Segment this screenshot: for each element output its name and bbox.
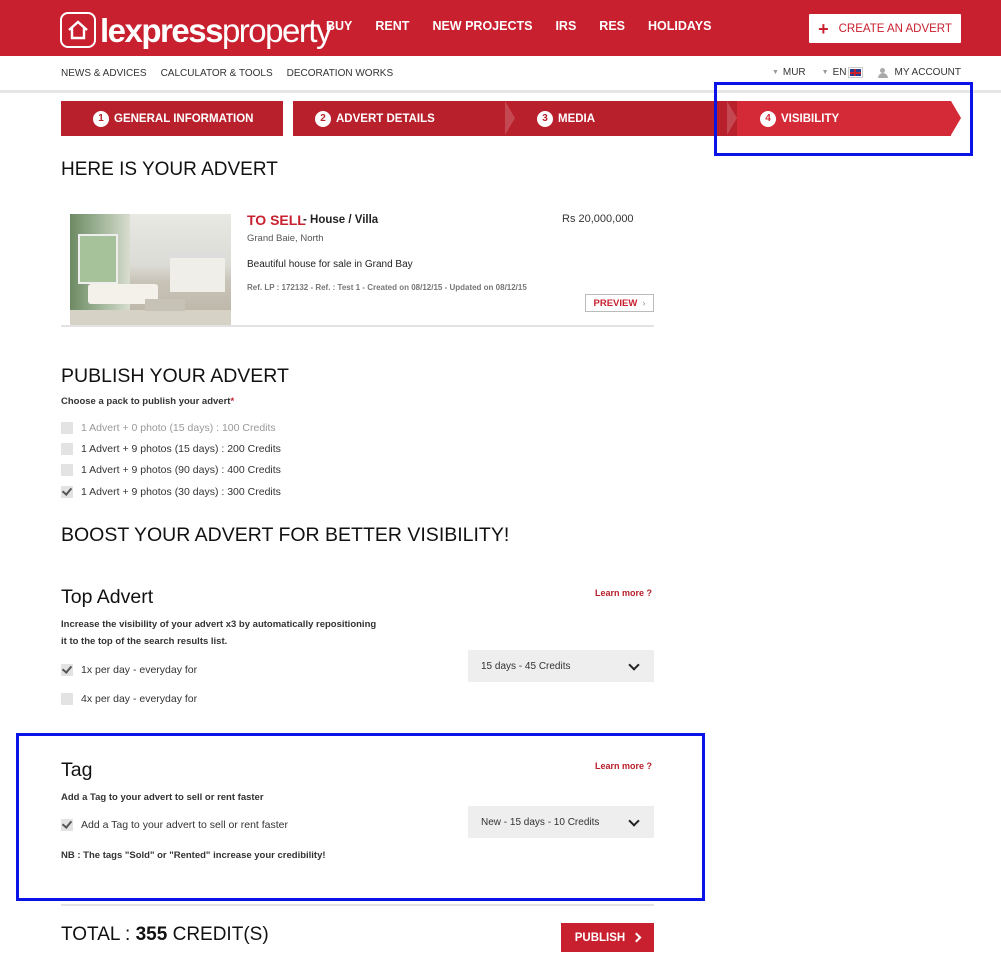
- tag-title: Tag: [61, 759, 93, 781]
- checkbox[interactable]: [61, 693, 73, 705]
- user-icon: [877, 67, 888, 78]
- nav-res[interactable]: RES: [599, 19, 625, 33]
- top-advert-option-4x[interactable]: 4x per day - everyday for: [61, 692, 197, 706]
- my-account-link[interactable]: MY ACCOUNT: [877, 67, 961, 78]
- caret-down-icon: ▼: [821, 69, 829, 76]
- publish-button[interactable]: PUBLISH: [561, 923, 654, 952]
- chevron-down-icon: [628, 815, 640, 827]
- tag-description: Add a Tag to your advert to sell or rent…: [61, 792, 264, 803]
- step-separator: [283, 101, 293, 135]
- advert-section-title: HERE IS YOUR ADVERT: [61, 159, 278, 180]
- boost-section-title: BOOST YOUR ADVERT FOR BETTER VISIBILITY!: [61, 524, 510, 546]
- plus-icon: +: [818, 18, 829, 39]
- top-advert-duration-select[interactable]: 15 days - 45 Credits: [468, 650, 654, 682]
- divider: [61, 325, 654, 327]
- top-header: lexpressproperty BUY RENT NEW PROJECTS I…: [0, 0, 1001, 56]
- uk-flag-icon: [847, 67, 863, 78]
- step-advert-details[interactable]: 2 ADVERT DETAILS: [293, 101, 515, 136]
- currency-selector[interactable]: ▼ MUR: [772, 67, 806, 78]
- subnav-decoration[interactable]: DECORATION WORKS: [287, 68, 393, 79]
- chevron-right-icon: ›: [642, 297, 646, 309]
- preview-button[interactable]: PREVIEW ›: [585, 294, 654, 312]
- chevron-right-icon: [631, 932, 642, 943]
- step-general-information[interactable]: 1 GENERAL INFORMATION: [61, 101, 283, 136]
- chevron-down-icon: [628, 659, 640, 671]
- pack-option-2[interactable]: 1 Advert + 9 photos (15 days) : 200 Cred…: [61, 442, 281, 456]
- main-nav: BUY RENT NEW PROJECTS IRS RES HOLIDAYS: [326, 19, 734, 33]
- tag-learn-more-link[interactable]: Learn more ?: [595, 761, 652, 771]
- nav-buy[interactable]: BUY: [326, 19, 352, 33]
- advert-location: Grand Baie, North: [247, 233, 324, 244]
- pack-option-4[interactable]: 1 Advert + 9 photos (30 days) : 300 Cred…: [61, 485, 281, 499]
- pack-option-1[interactable]: 1 Advert + 0 photo (15 days) : 100 Credi…: [61, 421, 276, 435]
- step-media[interactable]: 3 MEDIA: [515, 101, 737, 136]
- choose-pack-label: Choose a pack to publish your advert*: [61, 396, 235, 407]
- advert-kind: - House / Villa: [303, 214, 379, 226]
- pack-option-3[interactable]: 1 Advert + 9 photos (90 days) : 400 Cred…: [61, 463, 281, 477]
- checkbox[interactable]: [61, 464, 73, 476]
- checkbox[interactable]: [61, 443, 73, 455]
- create-advert-button[interactable]: + CREATE AN ADVERT: [809, 14, 961, 43]
- top-advert-description: Increase the visibility of your advert x…: [61, 619, 377, 647]
- advert-type: TO SELL: [247, 212, 306, 228]
- sub-nav: NEWS & ADVICES CALCULATOR & TOOLS DECORA…: [61, 68, 407, 79]
- checkbox-checked[interactable]: [61, 486, 73, 498]
- checkbox[interactable]: [61, 422, 73, 434]
- subnav-calculator[interactable]: CALCULATOR & TOOLS: [161, 68, 273, 79]
- subnav-news[interactable]: NEWS & ADVICES: [61, 68, 147, 79]
- sub-header-right: ▼ MUR ▼ EN MY ACCOUNT: [772, 67, 961, 78]
- top-advert-option-1x[interactable]: 1x per day - everyday for: [61, 663, 197, 677]
- logo-text: lexpressproperty: [100, 11, 333, 49]
- advert-photo[interactable]: [70, 214, 231, 326]
- advert-price: Rs 20,000,000: [562, 213, 634, 225]
- caret-down-icon: ▼: [771, 69, 779, 76]
- site-logo[interactable]: lexpressproperty: [60, 10, 333, 50]
- nav-holidays[interactable]: HOLIDAYS: [648, 19, 711, 33]
- highlight-box-visibility: [714, 82, 973, 156]
- nav-new-projects[interactable]: NEW PROJECTS: [432, 19, 532, 33]
- advert-reference: Ref. LP : 172132 - Ref. : Test 1 - Creat…: [247, 283, 527, 292]
- advert-description: Beautiful house for sale in Grand Bay: [247, 259, 413, 270]
- house-logo-icon: [60, 12, 96, 48]
- step-separator: [505, 101, 515, 135]
- tag-option[interactable]: Add a Tag to your advert to sell or rent…: [61, 818, 288, 832]
- top-advert-title: Top Advert: [61, 586, 154, 608]
- nav-rent[interactable]: RENT: [375, 19, 409, 33]
- publish-section-title: PUBLISH YOUR ADVERT: [61, 365, 289, 387]
- total-credits: TOTAL : 355 CREDIT(S): [61, 924, 269, 945]
- language-selector[interactable]: ▼ EN: [821, 67, 863, 78]
- checkbox-checked[interactable]: [61, 819, 73, 831]
- checkbox-checked[interactable]: [61, 664, 73, 676]
- nav-irs[interactable]: IRS: [555, 19, 576, 33]
- tag-type-select[interactable]: New - 15 days - 10 Credits: [468, 806, 654, 838]
- divider: [61, 904, 654, 906]
- tag-note: NB : The tags "Sold" or "Rented" increas…: [61, 850, 326, 861]
- top-advert-learn-more-link[interactable]: Learn more ?: [595, 588, 652, 598]
